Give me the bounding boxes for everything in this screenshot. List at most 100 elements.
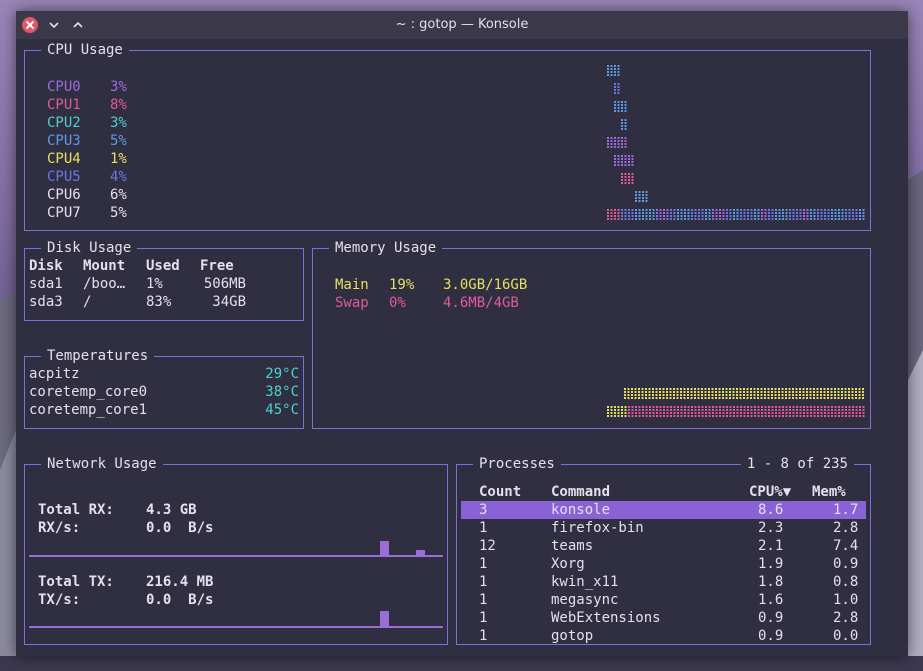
cpu-graph-dot [726, 215, 728, 217]
cpu-graph-dot [722, 218, 725, 220]
memory-graph-dot [722, 388, 724, 390]
process-row[interactable]: 1 kwin_x11 1.8 0.8 [461, 573, 866, 591]
memory-graph-dot [652, 409, 655, 411]
cpu-graph-dot [834, 209, 837, 211]
memory-graph-dot [757, 394, 759, 396]
process-cpu: 0.9 [758, 628, 784, 644]
memory-graph-dot [736, 397, 738, 399]
memory-graph-dot [855, 397, 857, 399]
cpu-graph-dot [848, 209, 851, 211]
cpu-graph-dot [684, 218, 686, 220]
cpu-graph-dot [663, 209, 665, 211]
cpu-graph-dot [624, 161, 627, 163]
memory-graph-dot [845, 412, 847, 414]
cpu-graph-dot [673, 218, 676, 220]
cpu-graph-dot [666, 209, 669, 211]
cpu-graph-dot [624, 125, 627, 127]
temp-sensor-name: acpitz [29, 366, 80, 382]
memory-graph-dot [743, 394, 745, 396]
disk-col-header: Disk [29, 258, 63, 274]
memory-graph-dot [607, 409, 609, 411]
memory-graph-dot [719, 409, 721, 411]
process-row[interactable]: 3 konsole 8.6 1.7 [461, 501, 866, 519]
process-row[interactable]: 1 firefox-bin 2.3 2.8 [461, 519, 866, 537]
memory-graph-dot [767, 388, 770, 390]
memory-graph-dot [739, 388, 742, 390]
memory-graph-dot [726, 406, 728, 408]
cpu-graph-dot [614, 92, 616, 94]
tx-total-label: Total TX: [38, 574, 114, 590]
cpu-graph-dot [831, 209, 833, 211]
cpu-graph-dot [733, 218, 735, 220]
cpu-graph-dot [621, 143, 623, 145]
memory-graph-dot [684, 406, 686, 408]
temp-sensor-name: coretemp_core1 [29, 402, 148, 418]
memory-graph-dot [634, 388, 637, 390]
memory-graph-dot [747, 409, 749, 411]
memory-graph-dot [687, 391, 689, 393]
cpu-graph-dot [624, 137, 627, 139]
process-mem: 0.9 [833, 556, 859, 572]
cpu-graph-dot [687, 212, 690, 214]
memory-graph-dot [683, 391, 686, 393]
cpu-graph-dot [638, 191, 641, 193]
cpu-graph-dot [624, 140, 627, 142]
memory-graph-dot [663, 406, 665, 408]
cpu-graph-dot [708, 215, 711, 217]
cpu-graph-dot [813, 212, 816, 214]
memory-graph-dot [691, 415, 693, 417]
memory-graph-dot [638, 388, 640, 390]
cpu-graph-dot [617, 71, 620, 73]
memory-graph-dot [855, 412, 858, 414]
window-title: ~ : gotop — Konsole [395, 17, 529, 32]
col-header-count[interactable]: Count [479, 483, 521, 501]
process-row[interactable]: 1 WebExtensions 0.9 2.8 [461, 609, 866, 627]
cpu-graph-dot [859, 212, 861, 214]
memory-graph-dot [708, 397, 710, 399]
memory-graph-dot [624, 409, 627, 411]
tx-sparkline-bar [380, 611, 389, 626]
memory-graph-dot [666, 391, 668, 393]
cpu-graph-dot [617, 83, 620, 85]
cpu-graph-dot [841, 209, 844, 211]
cpu-graph-dot [631, 218, 634, 220]
memory-graph-dot [750, 415, 753, 417]
memory-graph-dot [610, 412, 613, 414]
cpu-graph-dot [673, 209, 676, 211]
memory-graph-dot [778, 397, 780, 399]
cpu-graph-dot [806, 215, 809, 217]
memory-graph-dot [662, 388, 665, 390]
cpu-graph-dot [614, 158, 616, 160]
process-cpu: 8.6 [758, 502, 784, 518]
memory-graph-dot [827, 388, 829, 390]
temp-sensor-value: 29°C [265, 366, 299, 382]
col-header-mem[interactable]: Mem% [812, 483, 846, 501]
cpu-graph-dot [845, 212, 847, 214]
cpu-graph-dot [631, 164, 634, 166]
process-row[interactable]: 1 megasync 1.6 1.0 [461, 591, 866, 609]
cpu-graph-dot [691, 212, 693, 214]
process-mem: 1.7 [833, 502, 859, 518]
cpu-graph-dot [827, 209, 830, 211]
processes-panel: Processes 1 - 8 of 235 Count Command CPU… [456, 455, 871, 645]
memory-graph-dot [638, 415, 641, 417]
memory-graph-dot [760, 394, 763, 396]
cpu-graph-dot [859, 218, 861, 220]
memory-graph-dot [855, 394, 857, 396]
disk-col-header: Used [146, 258, 180, 274]
col-header-command[interactable]: Command [551, 483, 610, 501]
memory-graph-dot [859, 415, 861, 417]
memory-graph-dot [649, 415, 651, 417]
process-row[interactable]: 1 Xorg 1.9 0.9 [461, 555, 866, 573]
cpu-graph-dot [855, 218, 858, 220]
rx-total-label: Total RX: [38, 502, 114, 518]
col-header-cpu[interactable]: CPU%▼ [749, 483, 791, 501]
memory-graph-dot [760, 391, 763, 393]
cpu-graph-dot [848, 215, 851, 217]
memory-graph-dot [662, 397, 665, 399]
cpu-graph-dot [635, 200, 637, 202]
process-row[interactable]: 1 gotop 0.9 0.0 [461, 627, 866, 645]
cpu-graph-dot [782, 209, 784, 211]
process-row[interactable]: 12 teams 2.1 7.4 [461, 537, 866, 555]
cpu-graph-dot [705, 215, 707, 217]
